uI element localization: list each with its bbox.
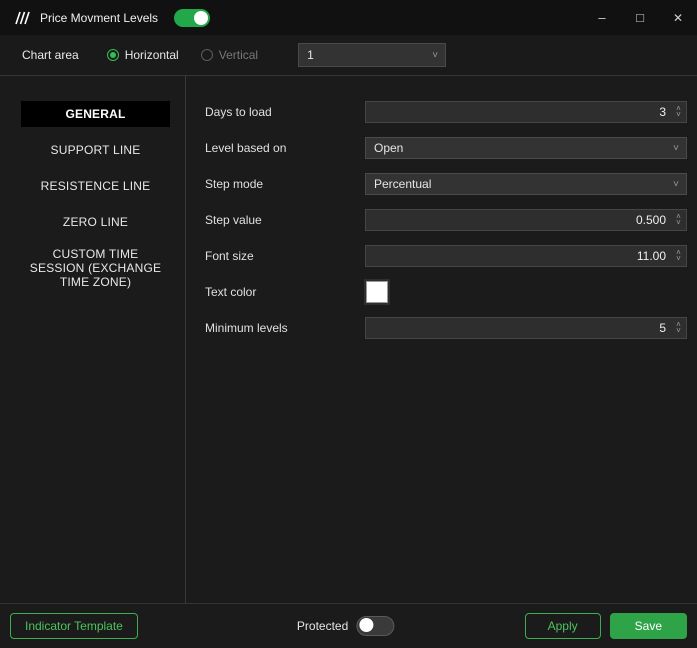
sidebar-item-custom-time-session[interactable]: CUSTOM TIME SESSION (EXCHANGE TIME ZONE)	[21, 245, 170, 291]
level-based-on-select[interactable]: Open ˅	[365, 137, 687, 159]
radio-vertical-label: Vertical	[218, 48, 259, 62]
chevron-down-icon: ˅	[432, 49, 439, 61]
chart-number-value: 1	[307, 48, 314, 62]
minimum-levels-input[interactable]: 5 ˄ ˅	[365, 317, 687, 339]
sidebar-item-zero-line[interactable]: ZERO LINE	[21, 209, 170, 235]
level-based-on-label: Level based on	[205, 141, 287, 155]
indicator-template-button[interactable]: Indicator Template	[10, 613, 138, 639]
footer-actions: Apply Save	[524, 613, 687, 639]
days-to-load-stepper[interactable]: ˄ ˅	[671, 105, 686, 119]
level-based-on-value: Open	[374, 141, 404, 155]
radio-horizontal-label: Horizontal	[124, 48, 179, 62]
titlebar: Price Movment Levels – □ ✕	[0, 0, 697, 35]
save-button[interactable]: Save	[609, 613, 687, 639]
text-color-swatch[interactable]	[366, 281, 388, 303]
sidebar-item-support-line[interactable]: SUPPORT LINE	[21, 137, 170, 163]
days-to-load-input[interactable]: 3 ˄ ˅	[365, 101, 687, 123]
field-row-step-mode: Step mode Percentual ˅	[205, 173, 687, 195]
field-row-level-based-on: Level based on Open ˅	[205, 137, 687, 159]
sidebar: GENERAL SUPPORT LINE RESISTENCE LINE ZER…	[0, 76, 186, 603]
indicator-enabled-toggle[interactable]	[174, 8, 211, 27]
radio-horizontal[interactable]: Horizontal	[106, 48, 179, 62]
apply-button[interactable]: Apply	[524, 613, 601, 639]
step-mode-label: Step mode	[205, 177, 264, 191]
chevron-down-icon: ˅	[673, 178, 679, 190]
step-value-label: Step value	[205, 213, 262, 227]
field-row-step-value: Step value 0.500 ˄ ˅	[205, 209, 687, 231]
close-button[interactable]: ✕	[659, 0, 697, 35]
step-mode-select[interactable]: Percentual ˅	[365, 173, 687, 195]
general-settings-panel: Days to load 3 ˄ ˅ Level based on Open ˅…	[186, 76, 697, 603]
step-value-value: 0.500	[635, 213, 666, 227]
toggle-knob	[194, 10, 209, 25]
minimum-levels-stepper[interactable]: ˄ ˅	[671, 321, 686, 335]
font-size-input[interactable]: 11.00 ˄ ˅	[365, 245, 687, 267]
protected-group: Protected	[296, 616, 395, 636]
text-color-label: Text color	[205, 285, 257, 299]
chevron-down-icon[interactable]: ˅	[676, 219, 681, 227]
field-row-days-to-load: Days to load 3 ˄ ˅	[205, 101, 687, 123]
maximize-button[interactable]: □	[621, 0, 659, 35]
window-title: Price Movment Levels	[40, 10, 159, 25]
chevron-down-icon[interactable]: ˅	[676, 111, 681, 119]
footer-bar: Indicator Template Protected Apply Save	[0, 603, 697, 648]
chevron-down-icon: ˅	[673, 142, 679, 154]
chart-area-row: Chart area Horizontal Vertical 1 ˅	[0, 35, 697, 76]
days-to-load-value: 3	[659, 105, 666, 119]
step-mode-value: Percentual	[374, 177, 432, 191]
radio-vertical[interactable]: Vertical	[200, 48, 259, 62]
field-row-minimum-levels: Minimum levels 5 ˄ ˅	[205, 317, 687, 339]
step-value-stepper[interactable]: ˄ ˅	[671, 213, 686, 227]
days-to-load-label: Days to load	[205, 105, 272, 119]
radio-horizontal-dot-icon	[106, 49, 119, 61]
protected-toggle[interactable]	[356, 616, 395, 636]
sidebar-item-resistence-line[interactable]: RESISTENCE LINE	[21, 173, 170, 199]
field-row-text-color: Text color	[205, 281, 687, 303]
settings-window: Price Movment Levels – □ ✕ Chart area Ho…	[0, 0, 697, 648]
chevron-down-icon[interactable]: ˅	[676, 327, 681, 335]
window-controls: – □ ✕	[583, 0, 697, 35]
radio-vertical-dot-icon	[200, 49, 213, 61]
app-logo-icon	[12, 11, 30, 25]
font-size-label: Font size	[205, 249, 254, 263]
minimum-levels-value: 5	[659, 321, 666, 335]
font-size-value: 11.00	[636, 249, 666, 263]
sidebar-item-general[interactable]: GENERAL	[21, 101, 170, 127]
chevron-down-icon[interactable]: ˅	[676, 255, 681, 263]
main-area: GENERAL SUPPORT LINE RESISTENCE LINE ZER…	[0, 76, 697, 603]
minimize-button[interactable]: –	[583, 0, 621, 35]
protected-label: Protected	[296, 619, 349, 633]
field-row-font-size: Font size 11.00 ˄ ˅	[205, 245, 687, 267]
toggle-knob	[359, 618, 374, 632]
chart-number-select[interactable]: 1 ˅	[298, 43, 447, 67]
step-value-input[interactable]: 0.500 ˄ ˅	[365, 209, 687, 231]
font-size-stepper[interactable]: ˄ ˅	[671, 249, 686, 263]
chart-area-label: Chart area	[22, 48, 79, 62]
minimum-levels-label: Minimum levels	[205, 321, 288, 335]
